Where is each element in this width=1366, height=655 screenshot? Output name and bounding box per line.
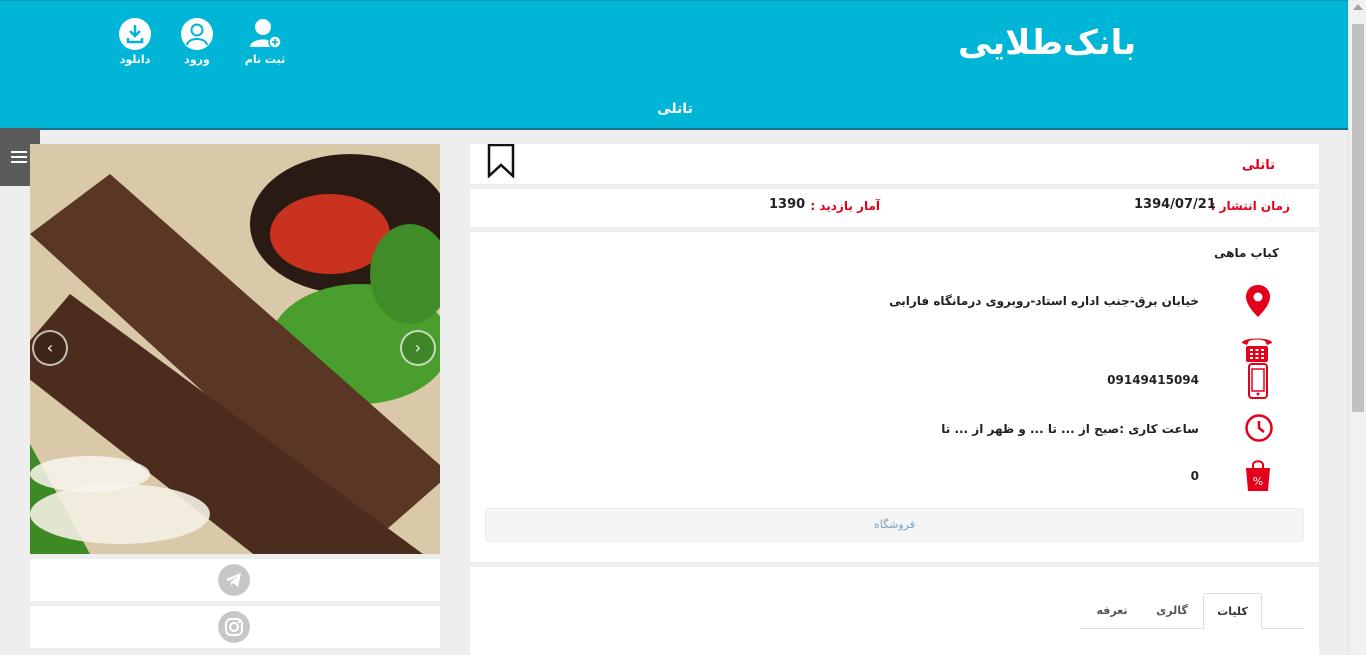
- scroll-up-arrow-icon[interactable]: [1353, 4, 1363, 10]
- slider-next-button[interactable]: ›: [400, 330, 436, 366]
- tab-pricing[interactable]: تعرفه: [1082, 593, 1142, 629]
- listing-discount: 0: [1190, 469, 1199, 483]
- publish-date: 1394/07/21: [1134, 197, 1216, 212]
- page-title: تاتلی: [657, 101, 693, 117]
- phone-icon[interactable]: [1240, 334, 1274, 364]
- discount-bag-icon: %: [1246, 460, 1270, 491]
- listing-address: خیابان برق-جنب اداره استاد-روبروی درمانگ…: [889, 294, 1199, 308]
- listing-hours: ساعت کاری :صبح از ... تا ... و ظهر از ..…: [941, 422, 1199, 436]
- listing-tabs-card: کلیات گالری تعرفه: [470, 567, 1319, 655]
- views-count: 1390: [769, 197, 806, 212]
- clock-icon: [1245, 414, 1273, 442]
- user-icon: [181, 18, 213, 50]
- download-icon: [119, 18, 151, 50]
- register-button[interactable]: ثبت نام: [234, 17, 296, 66]
- hamburger-icon: [11, 151, 27, 153]
- location-pin-icon: [1246, 285, 1270, 317]
- site-header: بانک‌طلایی ثبت نام ورود دانلود تاتلی: [0, 0, 1348, 130]
- views-label: آمار بازدید :: [810, 199, 880, 213]
- publish-label: زمان انتشار :: [1210, 199, 1290, 213]
- listing-title: تاتلی: [1241, 158, 1275, 173]
- shop-button[interactable]: فروشگاه: [485, 508, 1304, 542]
- download-button[interactable]: دانلود: [104, 17, 166, 66]
- login-label: ورود: [184, 53, 210, 66]
- listing-title-card: تاتلی: [470, 144, 1319, 184]
- user-add-icon: [250, 19, 282, 49]
- login-button[interactable]: ورود: [166, 17, 228, 66]
- instagram-link[interactable]: [30, 606, 440, 648]
- listing-info-card: کباب ماهی خیابان برق-جنب اداره استاد-روب…: [470, 232, 1319, 562]
- instagram-icon: [218, 611, 250, 643]
- page-scrollbar[interactable]: [1348, 0, 1366, 655]
- tab-overview[interactable]: کلیات: [1203, 593, 1262, 629]
- mobile-icon[interactable]: [1247, 363, 1269, 399]
- bookmark-icon[interactable]: [486, 144, 516, 178]
- listing-photo: [30, 144, 440, 554]
- download-label: دانلود: [119, 53, 151, 66]
- slider-prev-button[interactable]: ‹: [32, 330, 68, 366]
- listing-mobile[interactable]: 09149415094: [1107, 373, 1199, 387]
- register-label: ثبت نام: [244, 53, 286, 66]
- listing-category: کباب ماهی: [1213, 246, 1279, 260]
- site-logo[interactable]: بانک‌طلایی: [958, 23, 1137, 63]
- listing-meta-card: زمان انتشار : 1394/07/21 آمار بازدید : 1…: [470, 189, 1319, 227]
- telegram-link[interactable]: [30, 559, 440, 601]
- svg-text:%: %: [1253, 475, 1263, 488]
- telegram-icon: [218, 564, 250, 596]
- tab-gallery[interactable]: گالری: [1142, 593, 1202, 629]
- scroll-thumb[interactable]: [1352, 24, 1364, 412]
